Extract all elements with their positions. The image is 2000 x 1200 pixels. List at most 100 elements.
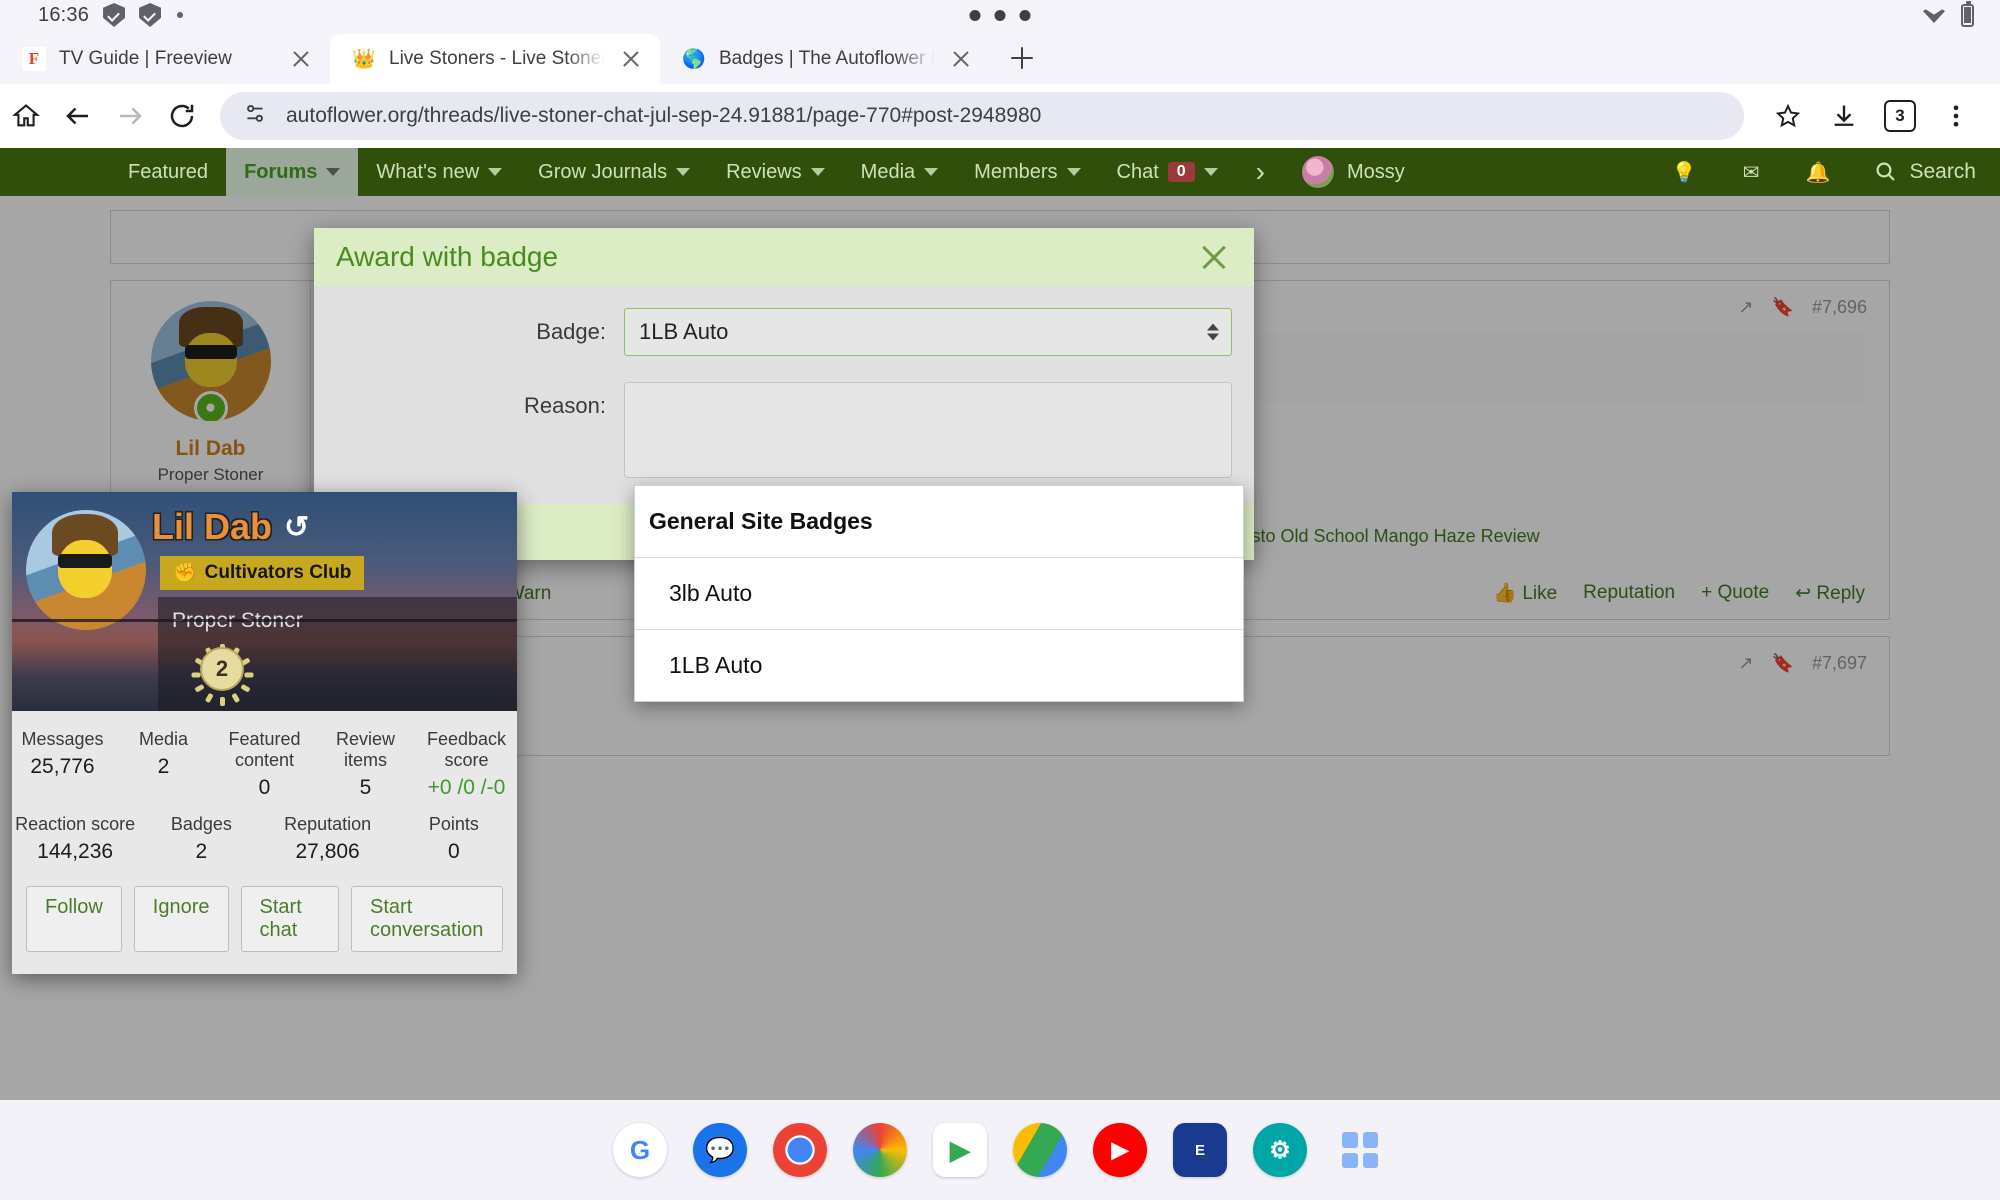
browser-tab-2[interactable]: 👑 Live Stoners - Live Stoner Ch	[330, 34, 660, 84]
user-group-label: Cultivators Club	[204, 562, 352, 583]
start-chat-button[interactable]: Start chat	[240, 886, 340, 952]
play-store-icon[interactable]: ▶	[933, 1123, 987, 1177]
url-text: autoflower.org/threads/live-stoner-chat-…	[286, 104, 1042, 127]
dropdown-option-3lb-auto[interactable]: 3lb Auto	[635, 558, 1243, 630]
drive-icon[interactable]	[1013, 1123, 1067, 1177]
chevron-down-icon[interactable]	[326, 168, 341, 176]
dialog-header: Award with badge	[314, 228, 1254, 286]
fist-icon: ✊	[173, 563, 197, 584]
reload-icon[interactable]	[156, 90, 208, 142]
dot-indicator-icon	[177, 12, 184, 18]
badge-field-row: Badge: 1LB Auto	[314, 308, 1254, 356]
star-icon[interactable]	[1762, 90, 1814, 142]
youtube-icon[interactable]: ▶	[1093, 1123, 1147, 1177]
reason-textarea[interactable]	[624, 382, 1232, 478]
badge-label: Badge:	[536, 319, 606, 344]
follow-button[interactable]: Follow	[26, 886, 122, 952]
settings-icon[interactable]: ⚙	[1253, 1123, 1307, 1177]
browser-tab-3[interactable]: 🌎 Badges | The Autoflower Ne	[660, 34, 990, 84]
chevron-down-icon[interactable]	[676, 168, 691, 176]
new-tab-button[interactable]	[1000, 36, 1044, 80]
profile-card-header: Lil Dab ↺ ✊ Cultivators Club Proper Ston…	[12, 492, 517, 711]
current-user-menu[interactable]: Mossy	[1285, 155, 1421, 189]
nav-utility-icons: 💡 ✉ 🔔 Search	[1654, 148, 2000, 196]
browser-toolbar: autoflower.org/threads/live-stoner-chat-…	[0, 84, 2000, 148]
lightbulb-icon[interactable]: 💡	[1654, 148, 1715, 196]
nav-item-featured[interactable]: Featured	[110, 148, 226, 196]
chevron-down-icon[interactable]	[810, 168, 825, 176]
reason-field-row: Reason:	[314, 382, 1254, 478]
site-settings-icon[interactable]	[242, 101, 268, 132]
stats-row: Messages 25,776 Media 2 Featured content…	[12, 725, 517, 810]
nav-item-grow-journals[interactable]: Grow Journals	[520, 148, 708, 196]
stat-label: Reaction score	[15, 814, 136, 834]
stat-label: Featured content	[228, 729, 301, 770]
profile-card-buttons: Follow Ignore Start chat Start conversat…	[12, 874, 517, 970]
chevron-down-icon[interactable]	[924, 168, 939, 176]
stat-value: 2	[195, 840, 208, 863]
avatar[interactable]	[26, 510, 146, 630]
close-icon[interactable]	[1198, 241, 1230, 273]
chevron-down-icon[interactable]	[1066, 168, 1081, 176]
stat-label: Badges	[170, 814, 232, 834]
stat-messages: Messages 25,776	[12, 725, 113, 810]
chrome-icon[interactable]	[773, 1123, 827, 1177]
trophy-icon: 2	[190, 643, 254, 707]
address-bar[interactable]: autoflower.org/threads/live-stoner-chat-…	[220, 92, 1744, 140]
nav-label: Grow Journals	[538, 160, 668, 183]
history-icon[interactable]: ↺	[284, 510, 309, 545]
bell-icon[interactable]: 🔔	[1788, 148, 1849, 196]
nav-item-members[interactable]: Members	[956, 148, 1098, 196]
chevron-down-icon[interactable]	[1203, 168, 1218, 176]
espn-icon[interactable]: E	[1173, 1123, 1227, 1177]
dialog-body: Badge: 1LB Auto Reason:	[314, 286, 1254, 478]
google-icon[interactable]: G	[613, 1123, 667, 1177]
browser-tab-1[interactable]: F TV Guide | Freeview	[0, 34, 330, 84]
clock: 16:36	[38, 3, 90, 26]
badge-select[interactable]: 1LB Auto	[624, 308, 1232, 356]
nav-item-reviews[interactable]: Reviews	[708, 148, 843, 196]
tab-count-label: 3	[1884, 100, 1916, 132]
nav-item-forums[interactable]: Forums	[226, 148, 359, 196]
download-icon[interactable]	[1818, 90, 1870, 142]
nav-label: Reviews	[726, 160, 802, 183]
browser-tab-strip: F TV Guide | Freeview 👑 Live Stoners - L…	[0, 30, 2000, 84]
tab-title: Live Stoners - Live Stoner Ch	[389, 48, 605, 69]
three-dots-menu-icon[interactable]	[1930, 90, 1982, 142]
wifi-icon	[1923, 9, 1945, 23]
badge-select-value: 1LB Auto	[639, 319, 729, 344]
profile-username[interactable]: Lil Dab ↺	[152, 506, 309, 548]
dropdown-option-1lb-auto[interactable]: 1LB Auto	[635, 630, 1243, 701]
photos-icon[interactable]	[853, 1123, 907, 1177]
home-icon[interactable]	[0, 90, 52, 142]
shield-check-icon	[103, 3, 126, 27]
messages-icon[interactable]: 💬	[693, 1123, 747, 1177]
badge-field: 1LB Auto	[624, 308, 1254, 356]
forward-arrow-icon	[104, 90, 156, 142]
system-tray[interactable]	[1923, 0, 1974, 27]
stat-reputation: Reputation 27,806	[265, 810, 391, 874]
close-tab-icon[interactable]	[618, 46, 644, 72]
profile-username-text: Lil Dab	[152, 506, 273, 547]
stat-label: Feedback score	[426, 729, 507, 770]
app-grid-icon[interactable]	[1333, 1123, 1387, 1177]
stat-value: 27,806	[295, 840, 360, 863]
nav-item-whats-new[interactable]: What's new	[358, 148, 520, 196]
tab-title: TV Guide | Freeview	[59, 48, 232, 69]
envelope-icon[interactable]: ✉	[1725, 148, 1778, 196]
chevron-right-icon[interactable]: ›	[1236, 156, 1285, 188]
start-conversation-button[interactable]: Start conversation	[351, 886, 503, 952]
close-tab-icon[interactable]	[288, 46, 314, 72]
nav-label: Members	[974, 160, 1058, 183]
back-arrow-icon[interactable]	[52, 90, 104, 142]
stat-reaction-score: Reaction score 144,236	[12, 810, 138, 874]
close-tab-icon[interactable]	[948, 46, 974, 72]
tab-count-button[interactable]: 3	[1874, 90, 1926, 142]
search-button[interactable]: Search	[1858, 160, 1976, 184]
crown-icon: 👑	[352, 49, 376, 70]
avatar	[1301, 155, 1335, 189]
nav-item-chat[interactable]: Chat 0	[1099, 148, 1236, 196]
nav-item-media[interactable]: Media	[843, 148, 956, 196]
ignore-button[interactable]: Ignore	[133, 886, 229, 952]
chevron-down-icon[interactable]	[488, 168, 503, 176]
